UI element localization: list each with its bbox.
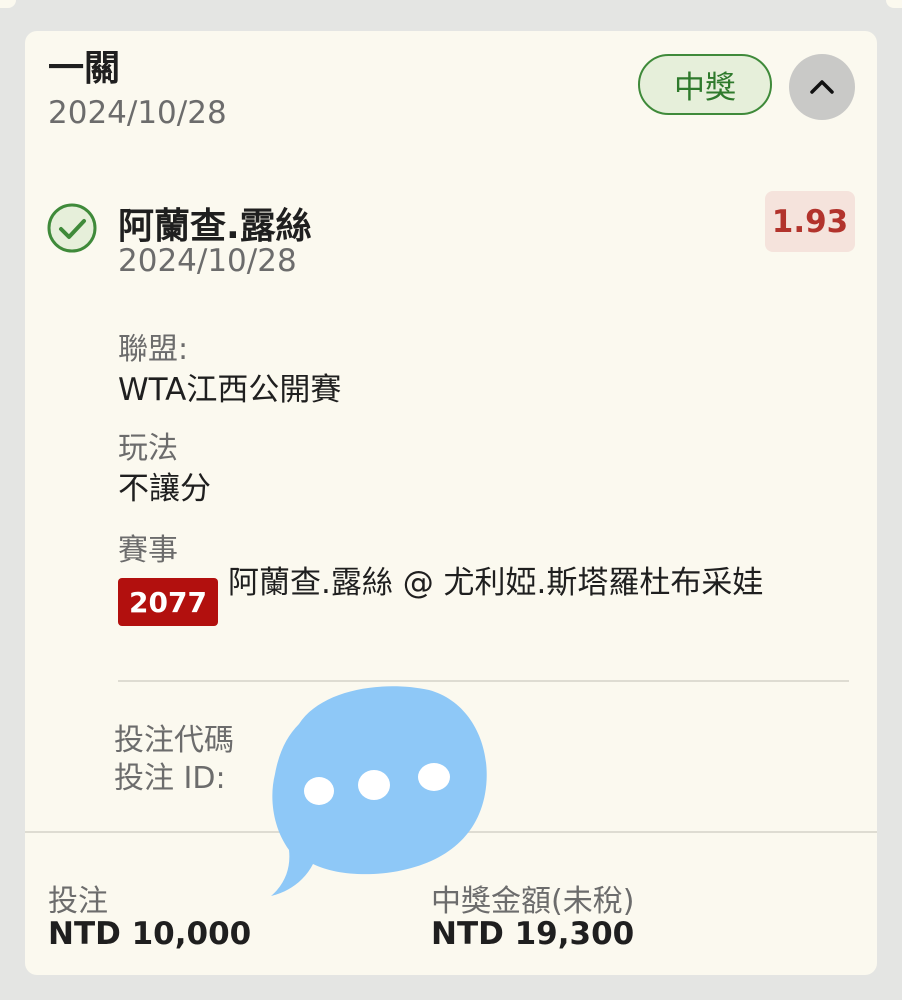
event-name: 阿蘭查.露絲 @ 尤利婭.斯塔羅杜布采娃 bbox=[228, 565, 764, 601]
event-code-badge: 2077 bbox=[118, 578, 218, 626]
selection-date: 2024/10/28 bbox=[118, 243, 297, 279]
league-label: 聯盟: bbox=[118, 332, 189, 367]
chevron-up-icon bbox=[810, 80, 834, 94]
collapse-button[interactable] bbox=[789, 54, 855, 120]
odds-value: 1.93 bbox=[771, 203, 849, 240]
event-label: 賽事 bbox=[118, 533, 178, 568]
bet-type-title: 一關 bbox=[48, 48, 121, 89]
bet-detail-card: 一關 2024/10/28 中獎 阿蘭查.露絲 2024/10/28 1.93 … bbox=[25, 31, 877, 975]
selection-name: 阿蘭查.露絲 bbox=[118, 206, 312, 247]
previous-card-edge bbox=[0, 0, 902, 14]
status-badge: 中獎 bbox=[638, 54, 772, 115]
stake-amount: NTD 10,000 bbox=[48, 916, 252, 952]
odds-badge: 1.93 bbox=[765, 191, 855, 252]
bet-id-label: 投注 ID: bbox=[114, 761, 226, 796]
payout-amount: NTD 19,300 bbox=[431, 916, 635, 952]
status-badge-label: 中獎 bbox=[674, 70, 736, 106]
bet-date: 2024/10/28 bbox=[48, 95, 227, 131]
market-label: 玩法 bbox=[118, 431, 178, 466]
speech-bubble-icon bbox=[271, 686, 487, 896]
event-code: 2077 bbox=[129, 585, 207, 619]
market-value: 不讓分 bbox=[118, 471, 211, 507]
stake-label: 投注 bbox=[48, 884, 108, 919]
previous-card-right-corner bbox=[886, 0, 902, 8]
check-circle-icon bbox=[47, 203, 97, 253]
league-value: WTA江西公開賽 bbox=[118, 372, 342, 408]
previous-card-left-corner bbox=[0, 0, 16, 8]
